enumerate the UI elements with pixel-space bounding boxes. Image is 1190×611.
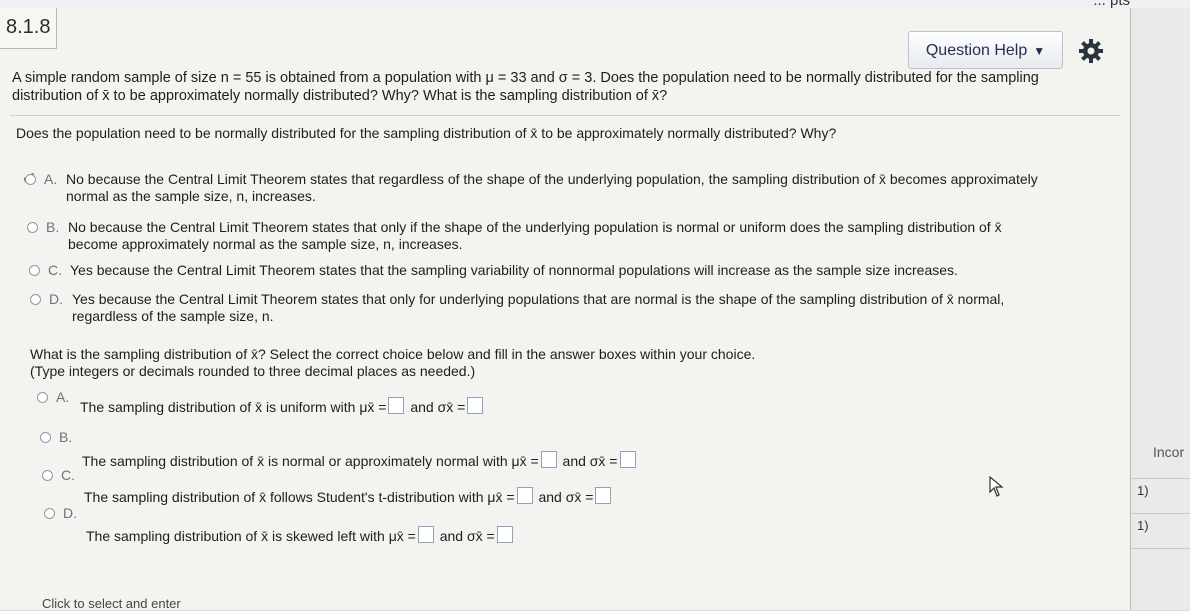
part1-question: Does the population need to be normally … — [16, 125, 837, 141]
part1-option-b-line2[interactable]: become approximately normal as the sampl… — [68, 236, 463, 252]
question-help-button[interactable]: Question Help ▼ — [908, 31, 1063, 69]
divider — [10, 115, 1120, 116]
sidebar-divider — [1131, 513, 1190, 514]
option-letter: B. — [59, 429, 73, 445]
radio-part2-c[interactable] — [42, 470, 53, 481]
chevron-down-icon: ▼ — [1033, 44, 1046, 58]
sidebar-divider — [1131, 548, 1190, 549]
option-text: The sampling distribution of x̄ is norma… — [82, 453, 539, 469]
gear-icon[interactable] — [1078, 38, 1104, 64]
option-text: The sampling distribution of x̄ is unifo… — [80, 399, 387, 415]
option-letter: C. — [48, 262, 62, 278]
radio-part1-c[interactable] — [29, 265, 40, 276]
mean-answer-box[interactable] — [540, 451, 557, 468]
sd-answer-box[interactable] — [467, 397, 484, 414]
radio-part1-a[interactable] — [25, 174, 36, 185]
score-sidebar: Incor 1) 1) — [1131, 8, 1190, 610]
mean-answer-box[interactable] — [388, 397, 405, 414]
footer-hint: Click to select and enter — [42, 596, 181, 611]
mean-answer-box[interactable] — [417, 526, 434, 543]
option-text: The sampling distribution of x̄ follows … — [84, 489, 515, 505]
status-label: Incor — [1153, 444, 1185, 460]
sidebar-item[interactable]: 1) — [1137, 518, 1149, 533]
part2-option-d[interactable]: The sampling distribution of x̄ is skewe… — [86, 526, 515, 544]
sidebar-item[interactable]: 1) — [1137, 483, 1149, 498]
option-text: The sampling distribution of x̄ is skewe… — [86, 528, 416, 544]
breadcrumb: 8.1.8 — [0, 8, 58, 49]
part2-option-b[interactable]: The sampling distribution of x̄ is norma… — [82, 451, 638, 469]
option-and-text: and σx̄ = — [410, 399, 466, 415]
radio-part2-b[interactable] — [40, 432, 51, 443]
part1-option-a-line1[interactable]: No because the Central Limit Theorem sta… — [66, 171, 1038, 187]
mouse-cursor-icon — [989, 476, 1004, 497]
part2-option-c[interactable]: The sampling distribution of x̄ follows … — [84, 487, 613, 505]
option-letter: D. — [63, 505, 77, 521]
option-letter: C. — [61, 467, 75, 483]
radio-part2-a[interactable] — [37, 392, 48, 403]
radio-part1-b[interactable] — [27, 222, 38, 233]
part1-option-a-line2[interactable]: normal as the sample size, n, increases. — [66, 188, 316, 204]
option-and-text: and σx̄ = — [562, 453, 618, 469]
radio-part2-d[interactable] — [44, 508, 55, 519]
problem-stem-line2: distribution of x̄ to be approximately n… — [12, 88, 668, 104]
option-and-text: and σx̄ = — [538, 489, 594, 505]
part1-option-b-line1[interactable]: No because the Central Limit Theorem sta… — [68, 219, 1002, 235]
sd-answer-box[interactable] — [619, 451, 636, 468]
option-letter: A. — [56, 389, 70, 405]
option-and-text: and σx̄ = — [439, 528, 495, 544]
radio-part1-d[interactable] — [30, 294, 41, 305]
part2-hint: (Type integers or decimals rounded to th… — [30, 363, 476, 379]
problem-stem-line1: A simple random sample of size n = 55 is… — [12, 70, 1039, 86]
part1-option-d-line1[interactable]: Yes because the Central Limit Theorem st… — [72, 291, 1004, 307]
option-letter: A. — [44, 171, 58, 187]
question-panel: 8.1.8 Question Help ▼ A simple random sam… — [0, 8, 1131, 611]
part2-question: What is the sampling distribution of x̄?… — [30, 346, 756, 362]
part1-option-c-line1[interactable]: Yes because the Central Limit Theorem st… — [70, 262, 958, 278]
part2-option-a[interactable]: The sampling distribution of x̄ is unifo… — [80, 397, 485, 415]
part1-option-d-line2[interactable]: regardless of the sample size, n. — [72, 308, 274, 324]
sidebar-divider — [1131, 478, 1190, 479]
option-letter: B. — [46, 219, 60, 235]
mean-answer-box[interactable] — [516, 487, 533, 504]
sd-answer-box[interactable] — [496, 526, 513, 543]
question-help-label: Question Help — [925, 42, 1028, 59]
option-letter: D. — [49, 291, 63, 307]
sd-answer-box[interactable] — [595, 487, 612, 504]
